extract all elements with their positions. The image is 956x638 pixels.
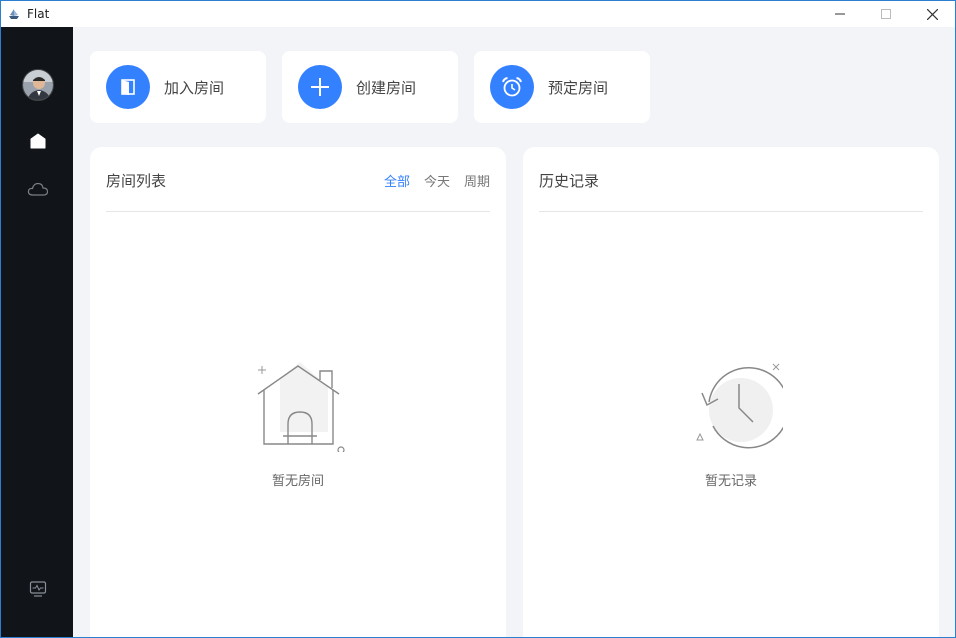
home-icon[interactable] [25,128,51,154]
cloud-icon[interactable] [25,176,51,202]
join-room-button[interactable]: 加入房间 [90,51,266,123]
minimize-button[interactable] [817,1,863,27]
schedule-room-button[interactable]: 预定房间 [474,51,650,123]
filter-tab-all[interactable]: 全部 [384,171,410,190]
avatar[interactable] [22,69,54,101]
empty-rooms-text: 暂无房间 [271,474,324,489]
plus-icon [298,65,342,109]
room-list-title: 房间列表 [106,172,167,190]
filter-tab-today[interactable]: 今天 [424,171,450,190]
empty-history-text: 暂无记录 [704,474,757,489]
app-logo-icon [6,6,22,22]
main-content: 加入房间 创建房间 预定房间 房间列表 全部 今天 周期 暂无房间 历史记录 暂… [73,27,955,637]
empty-history-illustration [696,363,783,449]
window-title: Flat [27,7,50,21]
history-panel: 历史记录 暂无记录 [523,147,939,637]
title-bar[interactable]: Flat [1,1,955,27]
divider [539,211,923,212]
close-icon [926,8,938,20]
schedule-room-label: 预定房间 [548,78,609,97]
minimize-icon [835,13,845,15]
app-window: Flat 加入房间 创建房间 预定房间 房间列表 全部 今天 周期 暂无房间 历… [0,0,956,638]
close-button[interactable] [909,1,955,27]
alarm-clock-icon [490,65,534,109]
history-title: 历史记录 [539,172,600,190]
sidebar [1,27,73,637]
join-room-label: 加入房间 [164,78,225,97]
create-room-label: 创建房间 [356,78,417,97]
filter-tab-periodic[interactable]: 周期 [464,171,490,190]
monitor-icon[interactable] [25,576,51,602]
maximize-icon [881,9,891,19]
empty-house-illustration [257,362,345,452]
divider [106,211,490,212]
room-filter-tabs: 全部 今天 周期 [384,171,490,190]
maximize-button[interactable] [863,1,909,27]
room-list-panel: 房间列表 全部 今天 周期 暂无房间 [90,147,506,637]
create-room-button[interactable]: 创建房间 [282,51,458,123]
window-controls [817,1,955,27]
door-icon [106,65,150,109]
